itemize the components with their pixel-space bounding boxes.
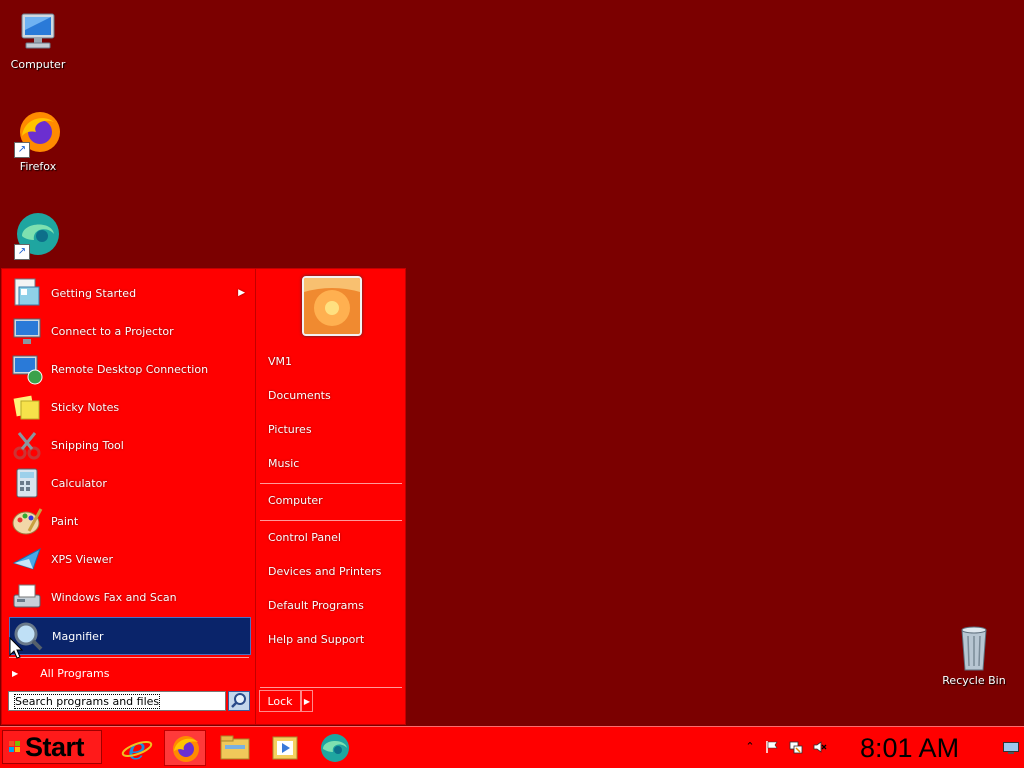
submenu-arrow-icon: ▶ bbox=[238, 288, 245, 298]
firefox-icon bbox=[173, 736, 199, 762]
place-documents[interactable]: Documents bbox=[268, 389, 331, 402]
separator bbox=[260, 687, 402, 688]
program-label: Remote Desktop Connection bbox=[51, 362, 209, 376]
program-label: XPS Viewer bbox=[51, 552, 114, 566]
program-sticky-notes[interactable]: Sticky Notes bbox=[9, 389, 249, 425]
place-help-and-support[interactable]: Help and Support bbox=[268, 633, 364, 646]
program-label: Magnifier bbox=[52, 629, 104, 643]
internet-explorer-icon: e bbox=[121, 733, 153, 763]
getting-started-icon bbox=[14, 278, 40, 306]
program-label: Paint bbox=[51, 514, 79, 528]
program-connect-to-projector[interactable]: Connect to a Projector bbox=[9, 313, 249, 349]
program-snipping-tool[interactable]: Snipping Tool bbox=[9, 427, 249, 463]
xps-viewer-icon bbox=[12, 547, 41, 570]
remote-desktop-icon bbox=[12, 355, 43, 385]
show-hidden-icons-icon[interactable]: ⌃ bbox=[743, 740, 757, 754]
shortcut-arrow-icon: ↗ bbox=[14, 142, 30, 158]
all-programs-button[interactable]: ▶ All Programs bbox=[12, 665, 109, 681]
program-magnifier[interactable]: Magnifier bbox=[9, 617, 251, 655]
separator bbox=[260, 483, 402, 484]
desktop-icon-computer[interactable]: Computer bbox=[0, 8, 76, 71]
desktop-icon-label: Recycle Bin bbox=[942, 674, 1006, 687]
clock[interactable]: 8:01 AM bbox=[860, 733, 959, 764]
separator bbox=[9, 657, 249, 658]
place-music[interactable]: Music bbox=[268, 457, 299, 470]
recycle-bin-icon bbox=[950, 624, 998, 672]
program-getting-started[interactable]: Getting Started ▶ bbox=[9, 275, 249, 311]
desktop-icon-firefox[interactable]: ↗ Firefox bbox=[0, 110, 76, 173]
edge-icon bbox=[321, 734, 349, 762]
shortcut-arrow-icon: ↗ bbox=[14, 244, 30, 260]
program-label: Windows Fax and Scan bbox=[51, 590, 177, 604]
volume-muted-icon[interactable] bbox=[813, 740, 827, 754]
place-user-folder[interactable]: VM1 bbox=[268, 355, 292, 368]
place-devices-and-printers[interactable]: Devices and Printers bbox=[268, 565, 381, 578]
firefox-icon: ↗ bbox=[14, 110, 62, 158]
program-paint[interactable]: Paint bbox=[9, 503, 249, 539]
sticky-notes-icon bbox=[13, 395, 40, 420]
places-pane: VM1 Documents Pictures Music Computer Co… bbox=[256, 269, 405, 724]
windows-logo-icon bbox=[9, 741, 20, 752]
all-programs-label: All Programs bbox=[40, 666, 110, 680]
program-label: Sticky Notes bbox=[51, 400, 120, 414]
separator bbox=[260, 520, 402, 521]
computer-icon bbox=[14, 8, 62, 56]
program-remote-desktop[interactable]: Remote Desktop Connection bbox=[9, 351, 249, 387]
projector-icon bbox=[13, 318, 41, 344]
action-center-flag-icon[interactable] bbox=[765, 740, 779, 754]
svg-text:e: e bbox=[128, 733, 146, 763]
desktop-icon-label: Computer bbox=[10, 58, 66, 71]
taskbar-edge[interactable] bbox=[314, 730, 356, 766]
shutdown-options-button[interactable]: ▶ bbox=[301, 690, 313, 712]
program-fax-and-scan[interactable]: Windows Fax and Scan bbox=[9, 579, 249, 615]
start-button[interactable]: Start bbox=[2, 730, 102, 764]
taskbar: Start e ⌃ 8:01 AM bbox=[0, 726, 1024, 768]
taskbar-media-player[interactable] bbox=[264, 730, 306, 766]
search-icon bbox=[231, 693, 246, 708]
search-input[interactable]: Search programs and files bbox=[8, 691, 226, 711]
network-icon[interactable] bbox=[789, 740, 803, 754]
lock-button[interactable]: Lock bbox=[259, 690, 301, 712]
taskbar-firefox[interactable] bbox=[164, 730, 206, 766]
start-menu: Getting Started ▶ Connect to a Projector… bbox=[1, 268, 406, 725]
file-explorer-icon bbox=[220, 735, 250, 760]
program-label: Connect to a Projector bbox=[51, 324, 174, 338]
edge-icon: ↗ bbox=[14, 212, 62, 260]
taskbar-file-explorer[interactable] bbox=[214, 730, 256, 766]
expand-arrow-icon: ▶ bbox=[12, 668, 19, 678]
program-label: Calculator bbox=[51, 476, 107, 490]
program-label: Getting Started bbox=[51, 286, 137, 300]
place-computer[interactable]: Computer bbox=[268, 494, 323, 507]
fax-scan-icon bbox=[13, 584, 41, 608]
taskbar-internet-explorer[interactable]: e bbox=[116, 730, 158, 766]
search-button[interactable] bbox=[228, 691, 250, 711]
program-xps-viewer[interactable]: XPS Viewer bbox=[9, 541, 249, 577]
place-control-panel[interactable]: Control Panel bbox=[268, 531, 341, 544]
start-label: Start bbox=[25, 731, 85, 762]
user-picture[interactable] bbox=[302, 276, 362, 336]
chevron-right-icon: ▶ bbox=[303, 697, 311, 706]
show-desktop-icon[interactable] bbox=[1003, 742, 1019, 754]
program-label: Snipping Tool bbox=[51, 438, 124, 452]
place-default-programs[interactable]: Default Programs bbox=[268, 599, 364, 612]
search-placeholder: Search programs and files bbox=[13, 694, 161, 709]
desktop-icon-recycle-bin[interactable]: Recycle Bin bbox=[936, 624, 1012, 687]
calculator-icon bbox=[16, 468, 38, 498]
place-pictures[interactable]: Pictures bbox=[268, 423, 312, 436]
paint-icon bbox=[12, 508, 43, 535]
flower-picture-icon bbox=[304, 278, 360, 334]
program-calculator[interactable]: Calculator bbox=[9, 465, 249, 501]
programs-pane: Getting Started ▶ Connect to a Projector… bbox=[2, 269, 256, 724]
desktop-icon-edge[interactable]: ↗ bbox=[0, 212, 76, 262]
desktop-icon-label: Firefox bbox=[19, 160, 57, 173]
snipping-tool-icon bbox=[13, 432, 41, 460]
mouse-pointer-icon bbox=[9, 637, 23, 659]
media-player-icon bbox=[272, 736, 298, 760]
